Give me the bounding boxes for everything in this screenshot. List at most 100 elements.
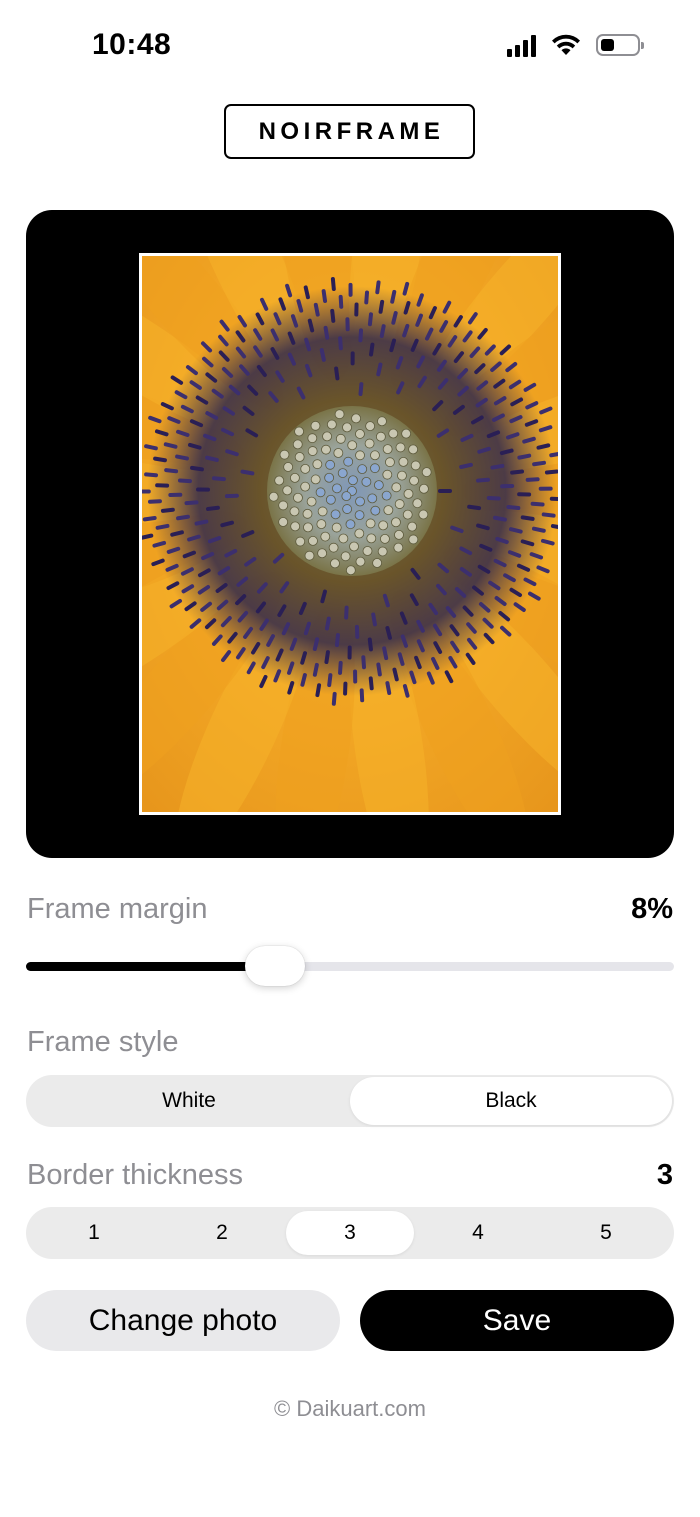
floret <box>367 637 373 652</box>
seed <box>307 433 318 444</box>
floret <box>467 504 482 511</box>
slider-fill <box>26 962 276 971</box>
thickness-option-4[interactable]: 4 <box>414 1211 542 1255</box>
floret <box>164 468 179 474</box>
slider-thumb[interactable] <box>245 946 306 986</box>
seed <box>385 457 395 468</box>
floret <box>170 530 184 537</box>
seed <box>345 519 356 530</box>
seed <box>362 546 373 556</box>
seed <box>407 521 418 532</box>
seed <box>274 475 285 486</box>
frame-style-white[interactable]: White <box>28 1077 350 1125</box>
floret <box>296 299 304 313</box>
floret <box>378 299 385 314</box>
seed <box>393 542 404 553</box>
thickness-option-2[interactable]: 2 <box>158 1211 286 1255</box>
seed <box>333 448 344 458</box>
floret <box>205 455 219 462</box>
seed <box>306 496 317 507</box>
floret <box>177 478 192 484</box>
thickness-option-3[interactable]: 3 <box>286 1211 414 1255</box>
floret <box>312 637 320 651</box>
floret <box>323 325 330 340</box>
border-thickness-label: Border thickness <box>27 1159 243 1191</box>
floret <box>403 301 411 315</box>
floret <box>144 472 159 478</box>
frame-style-black[interactable]: Black <box>350 1077 672 1125</box>
floret <box>187 534 201 542</box>
seed <box>308 536 318 546</box>
sunflower-photo <box>142 256 558 812</box>
seed <box>304 550 315 561</box>
floret <box>506 505 521 511</box>
seed <box>347 440 358 451</box>
floret <box>142 533 154 540</box>
border-thickness-value: 3 <box>656 1159 673 1191</box>
seed <box>293 492 303 503</box>
floret <box>206 505 220 511</box>
battery-level <box>601 39 614 51</box>
wifi-icon <box>552 34 580 55</box>
seed <box>335 433 346 444</box>
floret <box>549 452 558 458</box>
floret <box>300 673 307 687</box>
floret <box>184 500 199 506</box>
floret <box>338 660 343 675</box>
seed <box>355 496 365 507</box>
floret <box>338 336 343 351</box>
floret <box>499 448 514 456</box>
seed <box>348 475 358 486</box>
seed <box>289 506 300 517</box>
floret <box>490 463 505 470</box>
floret <box>368 676 374 691</box>
seed <box>391 482 402 493</box>
seed <box>295 536 306 547</box>
footer-credit[interactable]: © Daikuart.com <box>0 1396 700 1422</box>
seed <box>331 522 342 533</box>
seed <box>419 483 429 494</box>
floret <box>144 444 158 451</box>
seed <box>321 444 331 455</box>
seed <box>394 529 404 540</box>
seed <box>282 485 293 496</box>
floret <box>163 442 178 449</box>
floret <box>536 443 551 450</box>
seed <box>401 428 412 439</box>
floret <box>364 290 370 305</box>
change-photo-button[interactable]: Change photo <box>26 1290 340 1351</box>
seed <box>292 439 303 450</box>
seed <box>312 459 323 470</box>
seed <box>366 533 377 544</box>
seed <box>408 534 419 545</box>
floret <box>369 342 375 357</box>
seed <box>300 463 311 474</box>
thickness-option-1[interactable]: 1 <box>30 1211 158 1255</box>
floret <box>531 526 546 533</box>
frame-preview <box>26 210 674 858</box>
floret <box>334 366 340 381</box>
thickness-option-5[interactable]: 5 <box>542 1211 670 1255</box>
floret <box>358 328 364 343</box>
floret <box>371 612 377 627</box>
seed <box>354 528 365 539</box>
frame-style-label: Frame style <box>27 1026 179 1058</box>
seed <box>394 499 405 509</box>
cellular-signal-icon <box>507 33 536 57</box>
floret <box>155 523 170 530</box>
floret <box>330 308 336 323</box>
floret <box>550 524 558 529</box>
frame-margin-slider[interactable] <box>26 946 674 986</box>
seed <box>380 533 390 544</box>
seed <box>403 488 414 499</box>
seed <box>409 475 419 486</box>
floret <box>397 652 405 666</box>
seed <box>294 452 305 462</box>
save-button[interactable]: Save <box>360 1290 674 1351</box>
floret <box>459 462 473 469</box>
seed <box>341 491 352 502</box>
floret <box>375 280 381 295</box>
floret <box>324 616 331 631</box>
seed <box>397 470 407 481</box>
floret <box>319 348 326 362</box>
